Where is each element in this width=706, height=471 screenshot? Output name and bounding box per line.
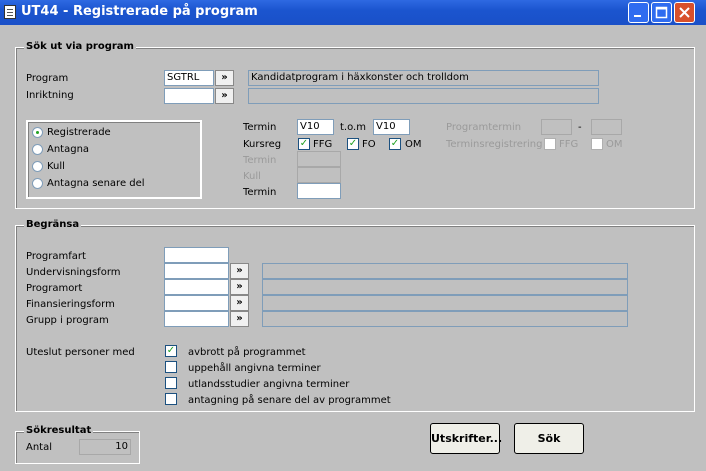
kull-label: Kull xyxy=(243,171,261,182)
terminsreg-om-label: OM xyxy=(606,139,623,150)
sok-button[interactable]: Sök xyxy=(514,423,584,454)
title-bar: UT44 - Registrerade på program xyxy=(0,0,706,25)
inriktning-lookup-button[interactable]: » xyxy=(215,88,234,104)
programort-input[interactable] xyxy=(164,279,229,295)
termin2-input xyxy=(297,151,341,167)
radio-antagna-label: Antagna xyxy=(47,144,90,155)
programtermin-to-input xyxy=(591,119,622,135)
uteslut-label: Uteslut personer med xyxy=(26,347,135,358)
programfart-input[interactable] xyxy=(164,247,229,263)
radio-antagna-senare-del[interactable] xyxy=(32,178,43,189)
programtermin-dash: - xyxy=(578,122,582,133)
avbrott-checkbox[interactable]: ✓ xyxy=(165,345,177,357)
sokresultat-title: Sökresultat xyxy=(24,425,94,436)
grupp-label: Grupp i program xyxy=(26,315,109,326)
termin-label: Termin xyxy=(243,122,277,133)
close-icon xyxy=(679,7,690,18)
termin3-label: Termin xyxy=(243,187,277,198)
programtermin-label: Programtermin xyxy=(446,122,522,133)
program-input[interactable]: SGTRL xyxy=(164,70,214,86)
radio-registrerade-label: Registrerade xyxy=(47,127,111,138)
utlandsstudier-label: utlandsstudier angivna terminer xyxy=(188,379,350,390)
inriktning-label: Inriktning xyxy=(26,90,74,101)
programort-description xyxy=(262,279,628,295)
uppehall-checkbox[interactable] xyxy=(165,361,177,373)
kursreg-ffg-label: FFG xyxy=(313,139,333,150)
antagning-senare-del-checkbox[interactable] xyxy=(165,393,177,405)
antal-value: 10 xyxy=(79,439,131,455)
terminsregistrering-label: Terminsregistrering xyxy=(446,139,543,150)
programort-lookup-button[interactable]: » xyxy=(230,279,249,295)
utlandsstudier-checkbox[interactable] xyxy=(165,377,177,389)
close-button[interactable] xyxy=(674,2,695,23)
kursreg-ffg-checkbox[interactable]: ✓ xyxy=(298,138,310,150)
tom-label: t.o.m xyxy=(340,122,366,133)
avbrott-label: avbrott på programmet xyxy=(188,347,306,358)
sok-group-title: Sök ut via program xyxy=(24,41,136,52)
grupp-description xyxy=(262,311,628,327)
radio-kull[interactable] xyxy=(32,161,43,172)
programort-label: Programort xyxy=(26,283,83,294)
kursreg-label: Kursreg xyxy=(243,139,282,150)
document-icon xyxy=(4,5,16,19)
finansieringsform-label: Finansieringsform xyxy=(26,299,115,310)
terminsreg-ffg-label: FFG xyxy=(559,139,579,150)
program-description: Kandidatprogram i häxkonster och trolldo… xyxy=(248,70,599,86)
radio-antagna[interactable] xyxy=(32,144,43,155)
antagning-senare-del-label: antagning på senare del av programmet xyxy=(188,395,391,406)
undervisningsform-label: Undervisningsform xyxy=(26,267,121,278)
inriktning-description xyxy=(248,88,599,104)
termin-from-input[interactable]: V10 xyxy=(297,119,334,135)
radio-kull-label: Kull xyxy=(47,161,65,172)
minimize-button[interactable] xyxy=(628,2,649,23)
finansieringsform-input[interactable] xyxy=(164,295,229,311)
finansieringsform-description xyxy=(262,295,628,311)
termin-to-input[interactable]: V10 xyxy=(373,119,410,135)
radio-antagna-senare-del-label: Antagna senare del xyxy=(47,178,145,189)
undervisningsform-input[interactable] xyxy=(164,263,229,279)
maximize-icon xyxy=(655,6,668,19)
program-lookup-button[interactable]: » xyxy=(215,70,234,86)
termin2-label: Termin xyxy=(243,155,277,166)
grupp-lookup-button[interactable]: » xyxy=(230,311,249,327)
window-title: UT44 - Registrerade på program xyxy=(21,4,258,19)
programfart-label: Programfart xyxy=(26,251,86,262)
uppehall-label: uppehåll angivna terminer xyxy=(188,363,321,374)
kursreg-om-label: OM xyxy=(405,139,422,150)
undervisningsform-description xyxy=(262,263,628,279)
finansieringsform-lookup-button[interactable]: » xyxy=(230,295,249,311)
antal-label: Antal xyxy=(26,442,53,453)
radio-registrerade[interactable] xyxy=(32,127,43,138)
maximize-button[interactable] xyxy=(651,2,672,23)
kursreg-om-checkbox[interactable]: ✓ xyxy=(389,138,401,150)
kursreg-fo-label: FO xyxy=(362,139,376,150)
terminsreg-ffg-checkbox xyxy=(544,138,556,150)
minimize-icon xyxy=(634,15,641,17)
inriktning-input[interactable] xyxy=(164,88,214,104)
undervisningsform-lookup-button[interactable]: » xyxy=(230,263,249,279)
utskrifter-button[interactable]: Utskrifter... xyxy=(430,423,502,454)
kursreg-fo-checkbox[interactable]: ✓ xyxy=(347,138,359,150)
program-label: Program xyxy=(26,73,69,84)
terminsreg-om-checkbox xyxy=(591,138,603,150)
kull-input xyxy=(297,167,341,183)
programtermin-from-input xyxy=(541,119,572,135)
begransa-group-title: Begränsa xyxy=(24,219,82,230)
grupp-input[interactable] xyxy=(164,311,229,327)
termin3-input[interactable] xyxy=(297,183,341,199)
